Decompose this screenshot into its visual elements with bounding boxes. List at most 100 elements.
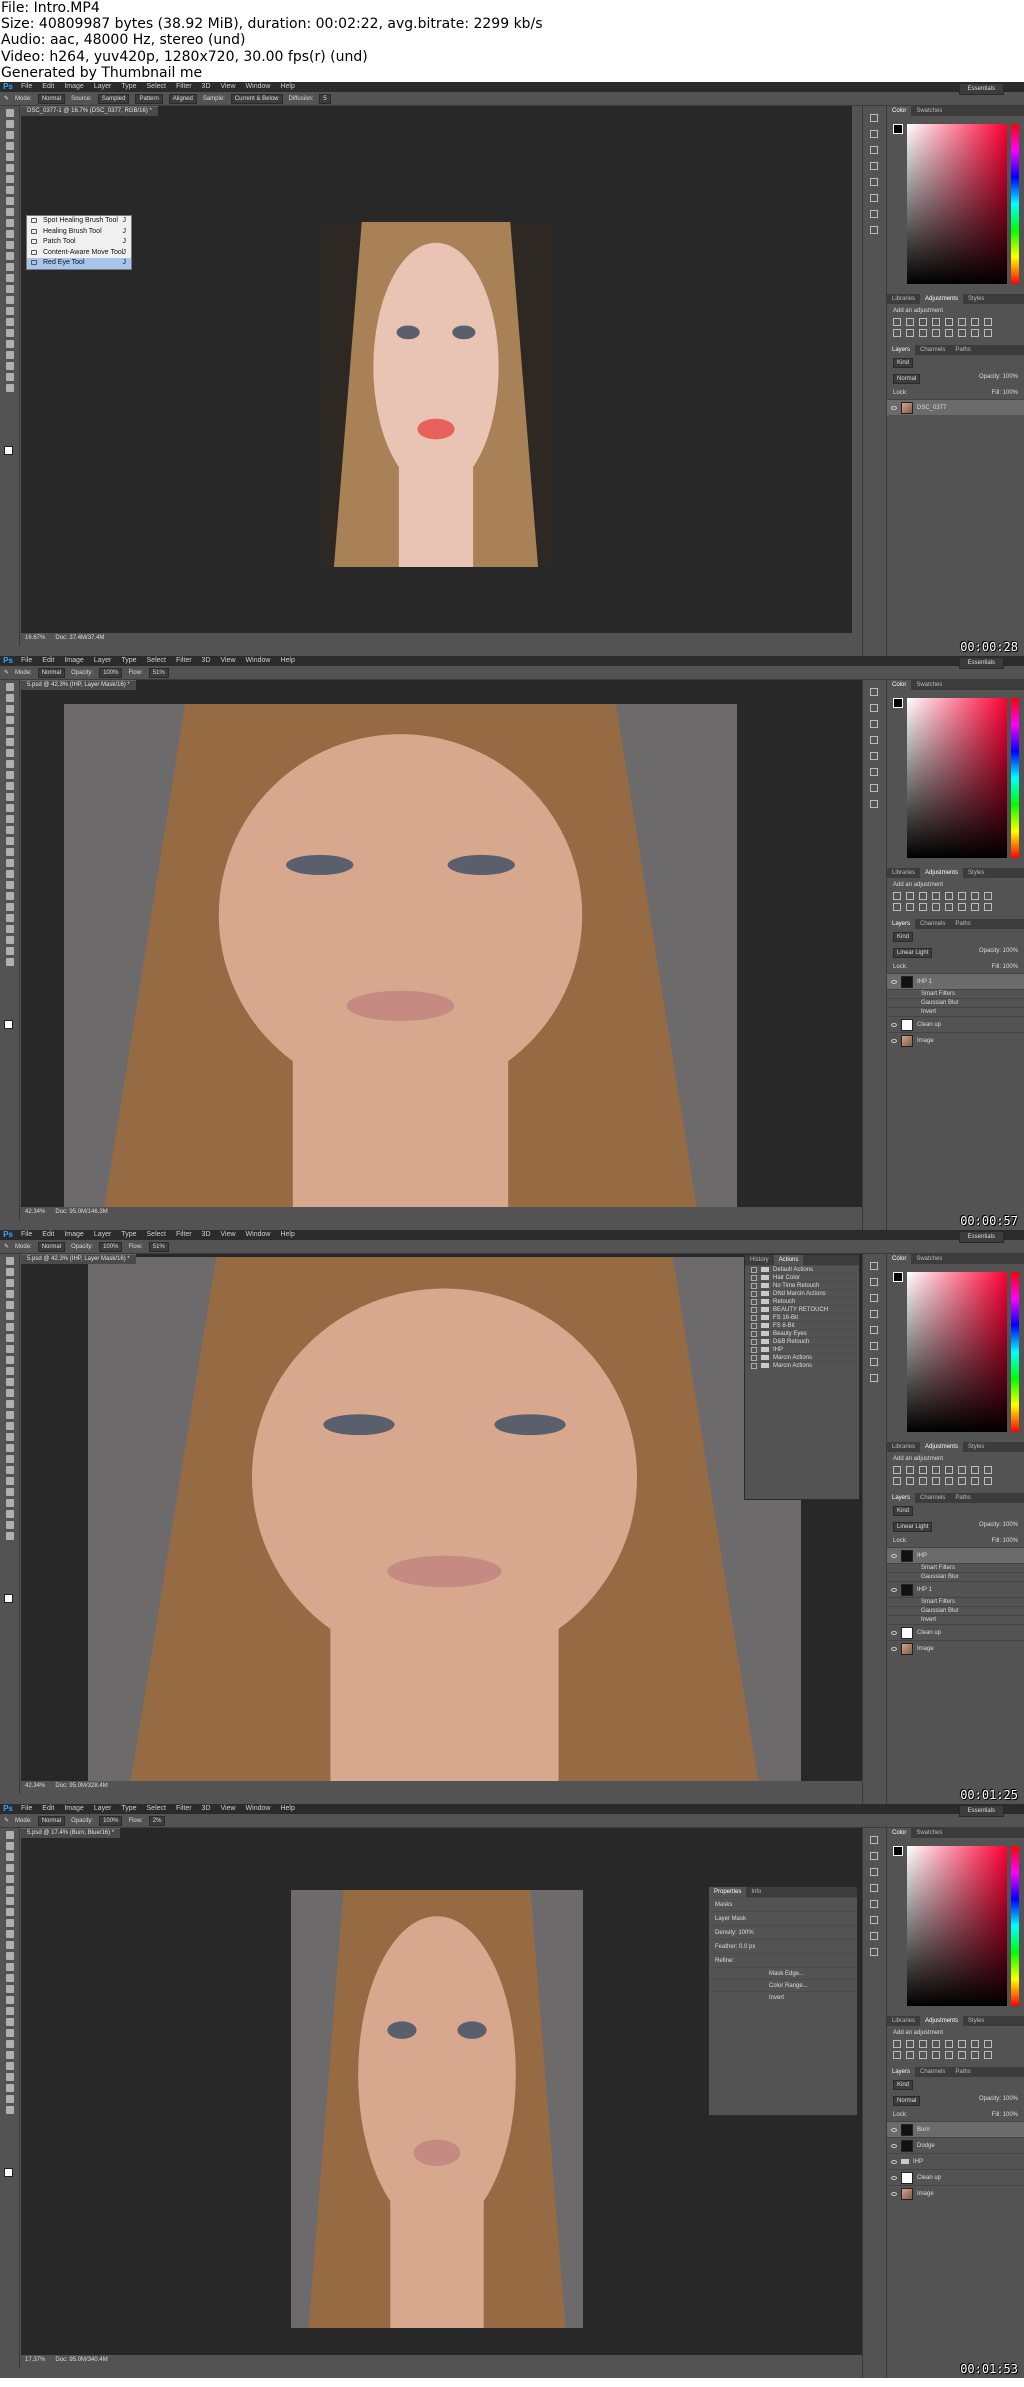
- adjustment-icon[interactable]: [971, 1466, 979, 1474]
- tool-icon[interactable]: [6, 1356, 14, 1364]
- adjustment-icon[interactable]: [958, 318, 966, 326]
- adjustment-icon[interactable]: [958, 892, 966, 900]
- panel-icon[interactable]: [870, 736, 878, 744]
- tool-icon[interactable]: [6, 340, 14, 348]
- tool-icon[interactable]: [6, 208, 14, 216]
- adjustment-icon[interactable]: [932, 2051, 940, 2059]
- menu-view[interactable]: View: [216, 1804, 241, 1814]
- menu-edit[interactable]: Edit: [37, 656, 59, 666]
- panel-icon[interactable]: [870, 1884, 878, 1892]
- tool-icon[interactable]: [6, 1378, 14, 1386]
- tool-icon[interactable]: [6, 1488, 14, 1496]
- panel-icon[interactable]: [870, 146, 878, 154]
- menu-3d[interactable]: 3D: [197, 82, 216, 92]
- check-icon[interactable]: [751, 1290, 757, 1297]
- adjustment-icon[interactable]: [971, 318, 979, 326]
- menu-view[interactable]: View: [216, 656, 241, 666]
- tool-icon[interactable]: [6, 1466, 14, 1474]
- adjustment-icon[interactable]: [906, 318, 914, 326]
- blend-mode-select[interactable]: Linear Light: [893, 948, 933, 958]
- flyout-item[interactable]: Red Eye Tool J: [27, 258, 131, 269]
- layer-row[interactable]: IHP 1: [887, 973, 1024, 989]
- eye-icon[interactable]: [891, 2143, 897, 2148]
- adjustment-icon[interactable]: [945, 329, 953, 337]
- tool-icon[interactable]: [6, 727, 14, 735]
- document-tab[interactable]: 5.psd @ 17.4% (Burn, Blue/16) *: [21, 1828, 121, 1838]
- color-picker[interactable]: [887, 1264, 1024, 1442]
- tab-libraries[interactable]: Libraries: [887, 1442, 920, 1452]
- layer-row[interactable]: Clean up: [887, 2169, 1024, 2185]
- tool-icon[interactable]: [6, 197, 14, 205]
- tool-icon[interactable]: [6, 2106, 14, 2114]
- eye-icon[interactable]: [891, 2127, 897, 2132]
- action-set-row[interactable]: No Time Retouch: [745, 1281, 859, 1289]
- menu-select[interactable]: Select: [142, 656, 171, 666]
- adjustment-icon[interactable]: [984, 903, 992, 911]
- smart-filter-row[interactable]: Invert: [887, 1615, 1024, 1624]
- menu-window[interactable]: Window: [241, 1230, 276, 1240]
- tool-icon[interactable]: [6, 1864, 14, 1872]
- tool-icon[interactable]: [6, 230, 14, 238]
- menu-view[interactable]: View: [216, 82, 241, 92]
- panel-icon[interactable]: [870, 226, 878, 234]
- adjustment-icon[interactable]: [932, 903, 940, 911]
- layer-row[interactable]: Image: [887, 2185, 1024, 2201]
- tool-icon[interactable]: [6, 373, 14, 381]
- eye-icon[interactable]: [891, 2191, 897, 2196]
- eye-icon[interactable]: [891, 405, 897, 410]
- tab-color[interactable]: Color: [887, 1828, 912, 1838]
- action-set-row[interactable]: DNd Marcin Actions: [745, 1289, 859, 1297]
- option-value[interactable]: Normal: [37, 1241, 66, 1252]
- tool-icon[interactable]: [6, 870, 14, 878]
- check-icon[interactable]: [751, 1298, 757, 1305]
- menu-select[interactable]: Select: [142, 1804, 171, 1814]
- panel-icon[interactable]: [870, 768, 878, 776]
- tool-icon[interactable]: [6, 1842, 14, 1850]
- workspace-switcher[interactable]: Essentials: [958, 657, 1004, 669]
- menu-help[interactable]: Help: [275, 1804, 299, 1814]
- layer-filter-kind[interactable]: Kind: [893, 2080, 914, 2090]
- panel-icon[interactable]: [870, 1342, 878, 1350]
- menu-type[interactable]: Type: [116, 1230, 141, 1240]
- option-value[interactable]: Normal: [37, 1815, 66, 1826]
- tool-icon[interactable]: [6, 716, 14, 724]
- tool-icon[interactable]: [6, 1345, 14, 1353]
- layer-row[interactable]: Image: [887, 1640, 1024, 1656]
- tool-icon[interactable]: [6, 285, 14, 293]
- panel-icon[interactable]: [870, 1932, 878, 1940]
- tool-icon[interactable]: [6, 2051, 14, 2059]
- option-value[interactable]: 51%: [148, 667, 169, 678]
- adjustment-icon[interactable]: [945, 2051, 953, 2059]
- adjustment-icon[interactable]: [945, 2040, 953, 2048]
- adjustment-icon[interactable]: [945, 903, 953, 911]
- adjustment-icon[interactable]: [984, 329, 992, 337]
- action-set-row[interactable]: Retouch: [745, 1297, 859, 1305]
- menu-filter[interactable]: Filter: [171, 82, 197, 92]
- tool-icon[interactable]: [6, 329, 14, 337]
- tool-icon[interactable]: [6, 362, 14, 370]
- color-picker[interactable]: [887, 1838, 1024, 2016]
- tool-icon[interactable]: [6, 307, 14, 315]
- tool-icon[interactable]: [6, 826, 14, 834]
- tool-icon[interactable]: [6, 903, 14, 911]
- brush-preset-icon[interactable]: ✎: [4, 669, 9, 676]
- tool-icon[interactable]: [6, 1389, 14, 1397]
- flyout-item[interactable]: Healing Brush Tool J: [27, 227, 131, 238]
- menu-3d[interactable]: 3D: [197, 1804, 216, 1814]
- tool-icon[interactable]: [6, 2029, 14, 2037]
- tab-styles[interactable]: Styles: [963, 1442, 989, 1452]
- smart-filter-row[interactable]: Smart Filters: [887, 989, 1024, 998]
- tool-icon[interactable]: [6, 1875, 14, 1883]
- adjustment-icon[interactable]: [932, 2040, 940, 2048]
- tool-icon[interactable]: [6, 131, 14, 139]
- document-tab[interactable]: DSC_0377-1 @ 16.7% (DSC_0377, RGB/16) *: [21, 106, 158, 116]
- eye-icon[interactable]: [891, 1587, 897, 1592]
- menu-select[interactable]: Select: [142, 1230, 171, 1240]
- tool-icon[interactable]: [6, 1290, 14, 1298]
- workspace-switcher[interactable]: Essentials: [958, 83, 1004, 95]
- adjustment-icon[interactable]: [919, 2040, 927, 2048]
- adjustment-icon[interactable]: [932, 329, 940, 337]
- adjustment-icon[interactable]: [945, 1466, 953, 1474]
- tab-paths[interactable]: Paths: [950, 2067, 975, 2077]
- tab-swatches[interactable]: Swatches: [911, 106, 947, 116]
